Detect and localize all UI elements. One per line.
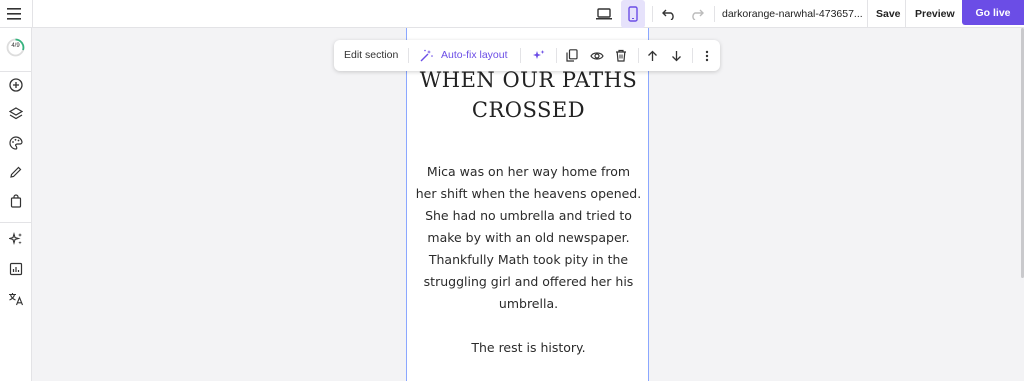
section-heading-line-2[interactable]: CROSSED (407, 98, 650, 122)
delete-icon[interactable] (613, 48, 629, 63)
move-up-icon[interactable] (644, 48, 660, 63)
layers-icon[interactable] (6, 104, 26, 124)
closing-line[interactable]: The rest is history. (407, 337, 650, 359)
divider (638, 48, 639, 63)
left-sidebar: 4/9 (0, 28, 32, 381)
translate-icon[interactable] (6, 289, 26, 309)
preview-button[interactable]: Preview (915, 8, 955, 20)
visibility-icon[interactable] (589, 48, 605, 63)
undo-icon[interactable] (660, 4, 678, 24)
divider (0, 222, 32, 223)
divider (0, 71, 32, 72)
progress-ring[interactable]: 4/9 (6, 38, 25, 57)
pencil-icon[interactable] (6, 162, 26, 182)
sparkles-icon[interactable] (6, 229, 26, 249)
divider (714, 6, 715, 22)
go-live-button[interactable]: Go live (962, 0, 1024, 25)
site-name[interactable]: darkorange-narwhal-473657... (722, 8, 863, 20)
analytics-icon[interactable] (6, 259, 26, 279)
divider (556, 48, 557, 63)
move-down-icon[interactable] (668, 48, 684, 63)
auto-fix-layout-button[interactable]: Auto-fix layout (441, 40, 508, 71)
magic-wand-icon[interactable] (418, 48, 434, 63)
paragraph-line: struggling girl and offered her his (423, 274, 634, 289)
progress-label: 4/9 (11, 43, 20, 49)
divider (867, 0, 868, 28)
shopping-bag-icon[interactable] (6, 191, 26, 211)
divider (905, 0, 906, 28)
section-toolbar: Edit section Auto-fix layout (334, 40, 720, 71)
duplicate-icon[interactable] (564, 48, 580, 63)
edit-section-button[interactable]: Edit section (344, 40, 398, 71)
more-options-icon[interactable] (700, 48, 714, 63)
page-canvas[interactable]: WHEN OUR PATHS CROSSED Mica was on her w… (406, 28, 649, 381)
paragraph-line: Mica was on her way home from (426, 164, 631, 179)
divider (32, 0, 33, 28)
menu-icon[interactable] (5, 5, 23, 23)
add-icon[interactable] (6, 75, 26, 95)
ai-sparkle-icon[interactable] (530, 48, 546, 63)
divider (408, 48, 409, 63)
palette-icon[interactable] (6, 133, 26, 153)
save-button[interactable]: Save (876, 8, 901, 20)
paragraph-line: She had no umbrella and tried to (425, 208, 632, 223)
top-bar: darkorange-narwhal-473657... Save Previe… (0, 0, 1024, 28)
divider (692, 48, 693, 63)
paragraph-line: her shift when the heavens opened. (415, 186, 642, 201)
mobile-view-icon[interactable] (621, 0, 645, 28)
paragraph-line: Thankfully Math took pity in the (428, 252, 629, 267)
redo-icon[interactable] (688, 4, 706, 24)
desktop-view-icon[interactable] (592, 4, 616, 24)
story-paragraph[interactable]: Mica was on her way home from her shift … (407, 161, 650, 315)
paragraph-line: umbrella. (498, 296, 559, 311)
section-heading-line-1[interactable]: WHEN OUR PATHS (407, 68, 650, 92)
go-live-label: Go live (975, 6, 1011, 19)
paragraph-line: make by with an old newspaper. (427, 230, 630, 245)
divider (520, 48, 521, 63)
divider (652, 6, 653, 22)
